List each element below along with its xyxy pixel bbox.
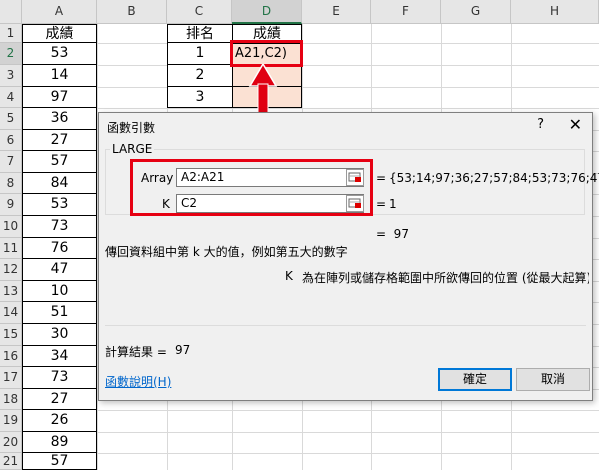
grid-line-horizontal — [22, 87, 599, 88]
help-question-button[interactable]: ? — [537, 117, 544, 132]
cell-a21[interactable]: 57 — [22, 452, 97, 470]
row-header-11[interactable]: 11 — [0, 238, 22, 259]
row-header-8[interactable]: 8 — [0, 173, 22, 194]
k-arg-result: 1 — [389, 197, 397, 211]
cell-a3[interactable]: 14 — [22, 64, 97, 87]
row-header-12[interactable]: 12 — [0, 259, 22, 281]
row-header-2[interactable]: 2 — [0, 43, 22, 65]
column-header-e[interactable]: E — [302, 0, 371, 24]
row-header-9[interactable]: 9 — [0, 194, 22, 216]
array-arg-result: {53;14;97;36;27;57;84;53;73;76;47;1 — [389, 171, 599, 185]
dialog-separator — [105, 325, 586, 326]
cell-a7[interactable]: 57 — [22, 150, 97, 173]
arg-description-name: K — [285, 269, 293, 283]
row-header-14[interactable]: 14 — [0, 302, 22, 324]
row-header-18[interactable]: 18 — [0, 389, 22, 410]
cell-a4[interactable]: 97 — [22, 86, 97, 108]
row-header-1[interactable]: 1 — [0, 24, 22, 43]
cell-a1-header[interactable]: 成績 — [22, 24, 97, 44]
row-header-6[interactable]: 6 — [0, 130, 22, 151]
column-header-f[interactable]: F — [371, 0, 441, 24]
row-header-16[interactable]: 16 — [0, 346, 22, 367]
cell-a8[interactable]: 84 — [22, 172, 97, 194]
cell-a12[interactable]: 47 — [22, 258, 97, 281]
cell-a14[interactable]: 51 — [22, 301, 97, 324]
cell-a18[interactable]: 27 — [22, 388, 97, 410]
cell-a15[interactable]: 30 — [22, 323, 97, 346]
cell-a5[interactable]: 36 — [22, 107, 97, 130]
cell-a16[interactable]: 34 — [22, 345, 97, 367]
cell-a2[interactable]: 53 — [22, 42, 97, 65]
cell-c1-header[interactable]: 排名 — [167, 24, 233, 44]
formula-result-line: = 97 — [376, 227, 409, 241]
row-header-15[interactable]: 15 — [0, 324, 22, 346]
column-header-c[interactable]: C — [167, 0, 232, 24]
grid-line-horizontal — [22, 65, 599, 66]
row-header-4[interactable]: 4 — [0, 87, 22, 108]
grid-line-horizontal — [22, 453, 599, 454]
close-icon[interactable]: ✕ — [569, 115, 582, 134]
cell-a10[interactable]: 73 — [22, 215, 97, 238]
ok-button[interactable]: 確定 — [438, 368, 512, 391]
cell-c3[interactable]: 2 — [167, 64, 233, 87]
row-header-21[interactable]: 21 — [0, 453, 22, 470]
column-header-d[interactable]: D — [232, 0, 302, 24]
row-header-10[interactable]: 10 — [0, 216, 22, 238]
dialog-title: 函數引數 — [107, 121, 156, 135]
cell-a19[interactable]: 26 — [22, 409, 97, 432]
function-arguments-dialog[interactable]: 函數引數 ? ✕ LARGE Array A2:A21 = {53;14;97;… — [98, 112, 599, 401]
cell-c4[interactable]: 3 — [167, 86, 233, 108]
calc-result-value: 97 — [175, 343, 191, 357]
arguments-highlight-box — [130, 159, 373, 216]
row-header-13[interactable]: 13 — [0, 281, 22, 302]
row-header-7[interactable]: 7 — [0, 151, 22, 173]
cell-a20[interactable]: 89 — [22, 431, 97, 453]
cell-a9[interactable]: 53 — [22, 193, 97, 216]
cell-a11[interactable]: 76 — [22, 237, 97, 259]
column-header-h[interactable]: H — [511, 0, 599, 24]
calc-result-label: 計算結果 = — [105, 345, 167, 359]
arrow-up-head — [248, 64, 278, 87]
cell-c2[interactable]: 1 — [167, 42, 233, 65]
row-header-5[interactable]: 5 — [0, 108, 22, 130]
k-eq-sign: = — [376, 197, 387, 211]
cell-a17[interactable]: 73 — [22, 366, 97, 389]
grid-line-horizontal — [22, 410, 599, 411]
row-header-20[interactable]: 20 — [0, 432, 22, 453]
cell-a6[interactable]: 27 — [22, 129, 97, 151]
function-help-link[interactable]: 函數說明(H) — [105, 373, 171, 390]
column-header-a[interactable]: A — [22, 0, 97, 24]
cell-a13[interactable]: 10 — [22, 280, 97, 302]
column-header-g[interactable]: G — [441, 0, 511, 24]
arg-description-text: 為在陣列或儲存格範圍中所欲傳回的位置 (從最大起算)。 — [302, 271, 589, 285]
row-header-17[interactable]: 17 — [0, 367, 22, 389]
array-eq-sign: = — [376, 171, 387, 185]
column-header-b[interactable]: B — [97, 0, 167, 24]
d2-highlight-box — [230, 40, 303, 67]
row-header-19[interactable]: 19 — [0, 410, 22, 432]
row-header-3[interactable]: 3 — [0, 65, 22, 87]
grid-line-horizontal — [22, 43, 599, 44]
function-description: 傳回資料組中第 k 大的值，例如第五大的數字 — [105, 245, 348, 259]
select-all-corner[interactable] — [0, 0, 22, 24]
grid-line-horizontal — [22, 432, 599, 433]
function-name-label: LARGE — [110, 142, 155, 156]
grid-line-horizontal — [22, 108, 599, 109]
cancel-button[interactable]: 取消 — [516, 368, 590, 391]
